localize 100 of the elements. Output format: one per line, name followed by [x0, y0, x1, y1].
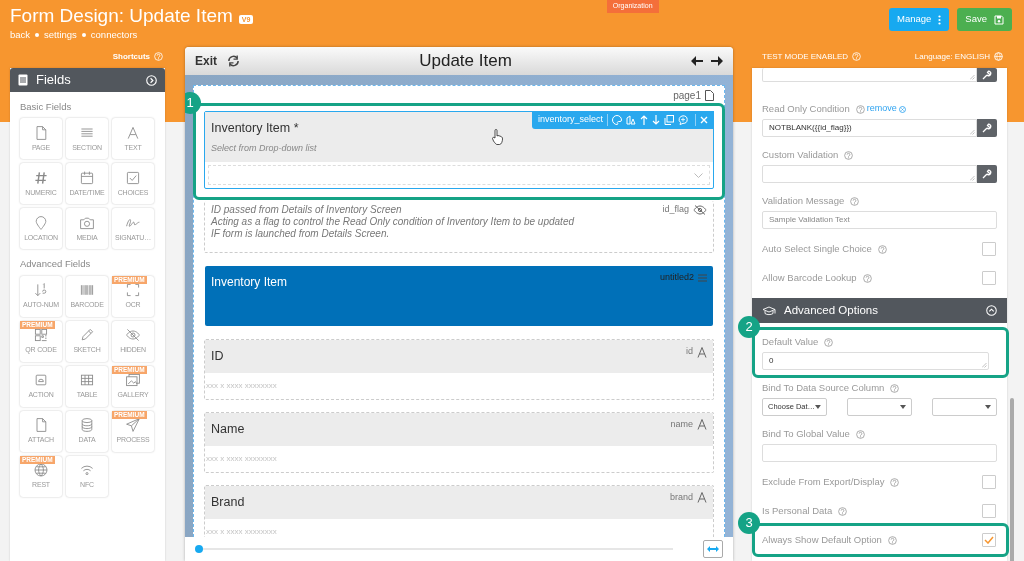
input-field[interactable]	[762, 444, 997, 462]
eye-slash-icon	[125, 326, 141, 343]
help-icon[interactable]	[855, 429, 865, 439]
dropdown-field[interactable]	[932, 398, 997, 416]
resize-grip-icon[interactable]	[970, 130, 975, 135]
forward-arrow-icon[interactable]	[711, 56, 723, 66]
form-field[interactable]: Inventory Item * Select from Drop-down list inventory_select	[204, 111, 714, 190]
collapse-icon[interactable]	[986, 305, 997, 316]
breadcrumb-link[interactable]: back	[10, 29, 31, 40]
input-field[interactable]: Sample Validation Text	[762, 211, 997, 229]
form-field[interactable]: Inventory Item untitled2	[204, 265, 714, 328]
scrollbar[interactable]	[1010, 398, 1014, 561]
expression-field[interactable]: NOTBLANK({{id_flag}})	[762, 119, 977, 137]
field-label: Name	[211, 421, 245, 438]
field-value: NOTBLANK({{id_flag}})	[769, 122, 852, 134]
help-icon[interactable]	[844, 150, 854, 160]
setting-label: Bind To Global Value	[762, 426, 850, 441]
database-icon	[79, 416, 95, 433]
group-heading: Basic Fields	[20, 100, 73, 114]
form-field[interactable]: ID passed from Details of Inventory Screen Acting as a flag to control the Read Only condition of Inventory Item to be updated IF form is launched from Details Screen. id_flag	[204, 201, 714, 254]
expression-builder-button[interactable]	[977, 68, 997, 82]
setting-label: Default Value	[762, 334, 819, 349]
checkbox[interactable]	[982, 475, 996, 489]
field-description: ID passed from Details of Inventory Screen Acting as a flag to control the Read Only condition of Inventory Item to be updated IF form is launched from Details Screen.	[209, 203, 576, 242]
close-icon[interactable]	[700, 116, 708, 124]
breadcrumb-link[interactable]: settings	[44, 29, 77, 40]
document-icon	[33, 416, 49, 433]
save-button[interactable]: Save	[957, 8, 1012, 31]
text-icon	[125, 124, 141, 141]
checkbox[interactable]	[982, 242, 996, 256]
section-title: Advanced Options	[784, 302, 879, 318]
qr-code-icon	[33, 326, 49, 343]
shortcuts-link[interactable]: Shortcuts	[112, 50, 150, 63]
caret-icon	[985, 405, 991, 409]
resize-grip-icon[interactable]	[970, 176, 975, 181]
help-icon[interactable]	[890, 477, 900, 487]
pencil-icon	[79, 326, 95, 343]
refresh-icon[interactable]	[227, 55, 240, 67]
close-circle-icon	[898, 105, 906, 113]
exit-button[interactable]: Exit	[195, 52, 217, 70]
text-icon	[697, 346, 707, 358]
help-icon[interactable]	[850, 196, 860, 206]
help-icon[interactable]	[855, 104, 865, 114]
callout-number: 1	[185, 92, 201, 114]
caret-icon	[815, 405, 821, 409]
callout-number: 2	[738, 316, 760, 338]
shapes-icon[interactable]	[626, 115, 636, 125]
field-value: 0	[769, 355, 774, 367]
scan-frame-icon	[125, 281, 141, 298]
hash-icon	[33, 169, 49, 186]
dropdown-field[interactable]	[847, 398, 912, 416]
form-title: Update Item	[419, 51, 512, 71]
callout-number: 3	[738, 512, 760, 534]
expression-field[interactable]	[762, 68, 977, 82]
remove-link[interactable]: remove	[866, 102, 906, 116]
zoom-slider-thumb[interactable]	[195, 545, 203, 553]
help-icon[interactable]	[890, 383, 900, 393]
setting-label: Always Show Default Option	[762, 532, 882, 547]
help-icon[interactable]	[838, 506, 848, 516]
down-arrow-icon[interactable]	[652, 115, 660, 125]
help-icon[interactable]	[887, 535, 897, 545]
up-arrow-icon[interactable]	[640, 115, 648, 125]
setting-label: Allow Barcode Lookup	[762, 270, 857, 285]
test-mode-label: TEST MODE ENABLED	[762, 50, 849, 63]
input-field[interactable]: 0	[762, 352, 989, 370]
sort-number-icon	[33, 281, 49, 298]
checkbox[interactable]	[982, 533, 996, 547]
globe-icon[interactable]	[994, 52, 1003, 61]
dropdown-field[interactable]	[208, 165, 710, 186]
help-icon[interactable]	[877, 244, 887, 254]
comment-icon[interactable]	[678, 115, 688, 125]
fit-width-button[interactable]	[703, 540, 723, 558]
resize-grip-icon[interactable]	[970, 75, 975, 80]
field-label: Brand	[211, 493, 245, 511]
checkbox[interactable]	[982, 271, 996, 285]
setting-label: Exclude From Export/Display	[762, 474, 885, 489]
setting-label: Custom Validation	[762, 147, 839, 162]
variable-name: inventory_select	[537, 113, 603, 127]
resize-grip-icon[interactable]	[982, 363, 987, 368]
checkbox[interactable]	[982, 504, 996, 518]
back-arrow-icon[interactable]	[691, 56, 703, 66]
expression-builder-button[interactable]	[977, 165, 997, 183]
separator-dot	[35, 33, 40, 38]
expression-builder-button[interactable]	[977, 119, 997, 137]
expression-field[interactable]	[762, 165, 977, 183]
text-icon	[697, 419, 707, 431]
help-icon[interactable]	[824, 337, 834, 347]
chevron-down-icon	[694, 172, 703, 178]
menu-icon[interactable]	[698, 274, 707, 282]
setting-label: Validation Message	[762, 193, 845, 208]
language-selector[interactable]: Language: ENGLISH	[914, 50, 990, 63]
section-header[interactable]: Advanced Options	[752, 298, 1007, 323]
help-icon[interactable]	[862, 273, 872, 283]
breadcrumb-link[interactable]: connectors	[90, 29, 138, 40]
palette-icon[interactable]	[612, 115, 622, 125]
copy-icon[interactable]	[664, 115, 674, 125]
collapse-icon[interactable]	[146, 74, 157, 86]
variable-name: brand	[669, 490, 693, 504]
manage-button[interactable]: Manage	[889, 8, 950, 31]
paper-plane-icon	[125, 416, 141, 433]
